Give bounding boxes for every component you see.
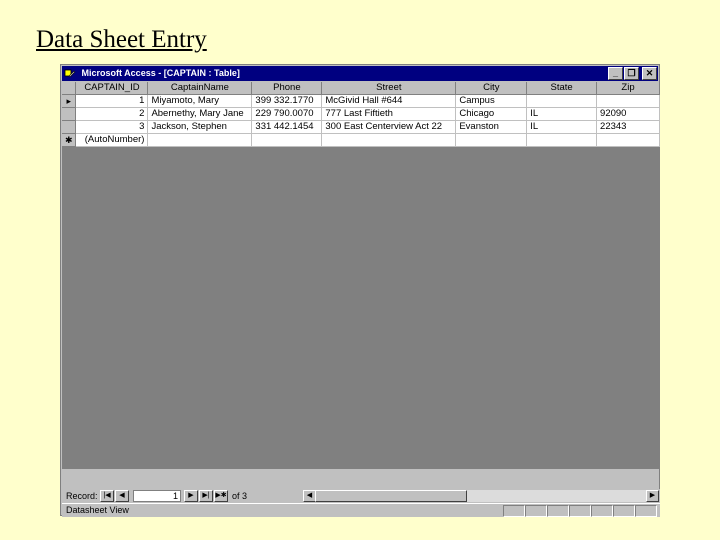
column-header-street[interactable]: Street — [321, 82, 457, 95]
cell-captain-id-new[interactable]: (AutoNumber) — [75, 133, 149, 147]
column-header-phone[interactable]: Phone — [251, 82, 323, 95]
datasheet-table: CAPTAIN_ID CaptainName Phone Street City… — [62, 82, 660, 147]
record-number-input[interactable]: 1 — [133, 490, 181, 502]
cell-captain-name[interactable]: Miyamoto, Mary — [147, 94, 253, 108]
last-record-button[interactable]: ▶| — [199, 490, 213, 502]
first-record-button[interactable]: |◀ — [100, 490, 114, 502]
restore-button[interactable]: ❐ — [624, 67, 639, 80]
cell-phone[interactable]: 229 790.0070 — [251, 107, 323, 121]
row-selector[interactable] — [62, 120, 77, 134]
title-bar[interactable]: Microsoft Access - [CAPTAIN : Table] _ ❐… — [62, 66, 658, 81]
status-text: Datasheet View — [66, 505, 129, 515]
table-row[interactable]: ▸ 1 Miyamoto, Mary 399 332.1770 McGivid … — [62, 94, 660, 108]
status-panel — [525, 505, 547, 517]
record-label: Record: — [66, 491, 98, 501]
table-row[interactable]: 3 Jackson, Stephen 331 442.1454 300 East… — [62, 120, 660, 134]
cell-state[interactable]: IL — [526, 107, 598, 121]
slide-title: Data Sheet Entry — [36, 26, 207, 53]
cell-city[interactable]: Chicago — [455, 107, 528, 121]
cell-empty[interactable] — [147, 133, 253, 147]
cell-empty[interactable] — [526, 133, 598, 147]
cell-street[interactable]: McGivid Hall #644 — [321, 94, 457, 108]
status-bar: Datasheet View — [62, 503, 660, 517]
cell-state[interactable] — [526, 94, 598, 108]
new-record-row[interactable]: ✱ (AutoNumber) — [62, 133, 660, 147]
column-header-state[interactable]: State — [526, 82, 598, 95]
new-record-icon[interactable]: ✱ — [62, 133, 77, 147]
status-panel — [547, 505, 569, 517]
column-header-zip[interactable]: Zip — [596, 82, 660, 95]
header-row: CAPTAIN_ID CaptainName Phone Street City… — [62, 82, 660, 95]
cell-empty[interactable] — [596, 133, 660, 147]
new-record-button[interactable]: ▶✱ — [214, 490, 228, 502]
cell-zip[interactable]: 92090 — [596, 107, 660, 121]
window-title: Microsoft Access - [CAPTAIN : Table] — [81, 68, 240, 78]
minimize-button[interactable]: _ — [608, 67, 623, 80]
cell-empty[interactable] — [455, 133, 528, 147]
scroll-thumb[interactable] — [315, 490, 467, 502]
row-selector[interactable] — [62, 107, 77, 121]
datasheet-grid[interactable]: CAPTAIN_ID CaptainName Phone Street City… — [62, 82, 660, 469]
cell-city[interactable]: Evanston — [455, 120, 528, 134]
status-panel — [635, 505, 657, 517]
status-panel — [569, 505, 591, 517]
status-panel — [613, 505, 635, 517]
cell-captain-name[interactable]: Abernethy, Mary Jane — [147, 107, 253, 121]
record-count: of 3 — [232, 491, 248, 501]
column-header-captain-name[interactable]: CaptainName — [147, 82, 253, 95]
cell-street[interactable]: 300 East Centerview Act 22 — [321, 120, 457, 134]
status-panel — [503, 505, 525, 517]
column-header-city[interactable]: City — [455, 82, 528, 95]
record-navigation-bar: Record: |◀ ◀ 1 ▶ ▶| ▶✱ of 3 ◀ ▶ — [62, 489, 660, 503]
previous-record-button[interactable]: ◀ — [115, 490, 129, 502]
cell-captain-id[interactable]: 3 — [75, 120, 149, 134]
scroll-right-icon[interactable]: ▶ — [646, 490, 659, 502]
horizontal-scrollbar[interactable]: ◀ ▶ — [303, 490, 659, 502]
cell-zip[interactable] — [596, 94, 660, 108]
access-key-icon — [64, 69, 76, 78]
cell-captain-name[interactable]: Jackson, Stephen — [147, 120, 253, 134]
cell-empty[interactable] — [321, 133, 457, 147]
select-all-corner[interactable] — [62, 82, 77, 95]
status-panel — [591, 505, 613, 517]
cell-phone[interactable]: 331 442.1454 — [251, 120, 323, 134]
cell-city[interactable]: Campus — [455, 94, 528, 108]
cell-state[interactable]: IL — [526, 120, 598, 134]
cell-empty[interactable] — [251, 133, 323, 147]
cell-captain-id[interactable]: 2 — [75, 107, 149, 121]
current-record-icon[interactable]: ▸ — [62, 94, 77, 108]
cell-captain-id[interactable]: 1 — [75, 94, 149, 108]
column-header-captain-id[interactable]: CAPTAIN_ID — [75, 82, 149, 95]
next-record-button[interactable]: ▶ — [184, 490, 198, 502]
cell-zip[interactable]: 22343 — [596, 120, 660, 134]
cell-street[interactable]: 777 Last Fiftieth — [321, 107, 457, 121]
access-window: Microsoft Access - [CAPTAIN : Table] _ ❐… — [60, 64, 660, 517]
window-controls: _ ❐ ✕ — [607, 67, 657, 80]
table-row[interactable]: 2 Abernethy, Mary Jane 229 790.0070 777 … — [62, 107, 660, 121]
close-button[interactable]: ✕ — [642, 67, 657, 80]
cell-phone[interactable]: 399 332.1770 — [251, 94, 323, 108]
